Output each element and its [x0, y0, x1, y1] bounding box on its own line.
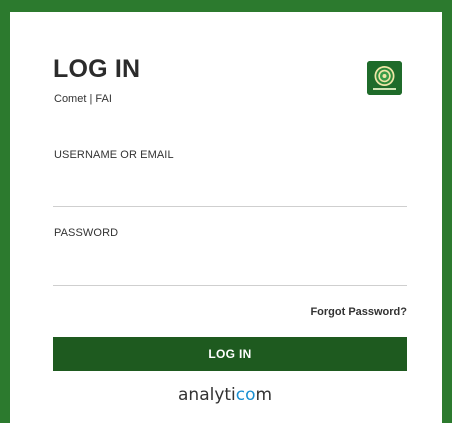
brand-text-accent: co: [235, 385, 256, 405]
brand-text-suffix: m: [255, 385, 273, 405]
page-frame: LOG IN Comet | FAI USERNAME OR EMAIL PAS…: [0, 0, 452, 423]
forgot-password-link[interactable]: Forgot Password?: [296, 306, 407, 318]
password-input[interactable]: [53, 257, 407, 286]
login-card: LOG IN Comet | FAI USERNAME OR EMAIL PAS…: [10, 12, 442, 423]
login-button[interactable]: LOG IN: [53, 337, 407, 371]
brand-logo: analyticom: [178, 385, 272, 405]
page-title: LOG IN: [53, 55, 141, 83]
password-label: PASSWORD: [54, 227, 119, 239]
username-label: USERNAME OR EMAIL: [54, 149, 174, 161]
app-subtitle: Comet | FAI: [54, 93, 112, 105]
organization-seal-icon: [367, 61, 402, 95]
brand-text-prefix: analyti: [178, 385, 236, 405]
username-input[interactable]: [53, 178, 407, 207]
